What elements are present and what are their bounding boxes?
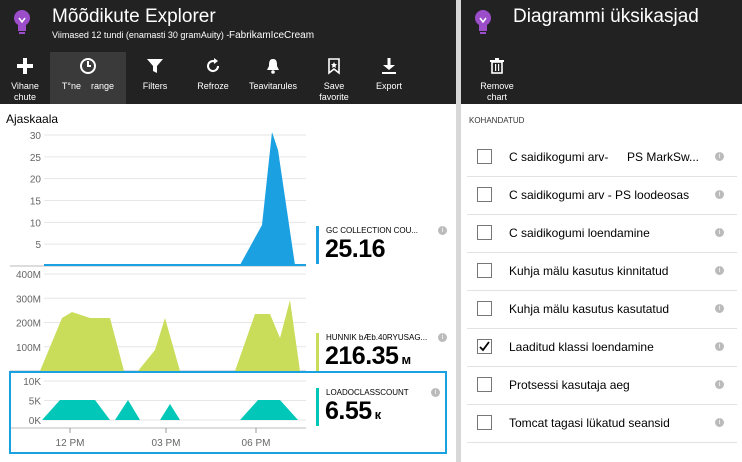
plus-icon: [17, 58, 33, 74]
info-icon[interactable]: i: [715, 342, 724, 351]
metric-checkbox[interactable]: [477, 263, 492, 278]
info-icon[interactable]: i: [715, 152, 724, 161]
export-button[interactable]: Export: [364, 52, 414, 104]
y-tick-label: 300M: [16, 294, 41, 305]
filter-icon: [147, 59, 163, 73]
metric-row[interactable]: C saidikogumi arv - PS loodeosas i: [467, 176, 737, 215]
blade-title: Mõõdikute Explorer: [52, 6, 216, 27]
metric-checkbox[interactable]: [477, 377, 492, 392]
y-tick-label: 30: [30, 131, 42, 142]
metric-label-extra: PS MarkSw...: [627, 150, 700, 164]
legend-color-bar: [316, 226, 319, 264]
add-chart-button[interactable]: Vihane chute: [0, 52, 50, 104]
info-icon[interactable]: i: [715, 304, 724, 313]
legend-heap-usage[interactable]: HUNNIK bÆb.40RYUSAG... 216.35 м i: [316, 333, 448, 371]
metric-checkbox[interactable]: [477, 149, 492, 164]
save-favorite-button[interactable]: Save favorite: [304, 52, 364, 104]
metric-label: Laaditud klassi loendamine: [509, 340, 654, 354]
checkmark-icon: [479, 341, 490, 352]
metric-row[interactable]: Kuhja mälu kasutus kasutatud i: [467, 290, 737, 329]
series-area-gc-collection: [44, 132, 306, 266]
metric-checkbox[interactable]: [477, 225, 492, 240]
metric-row[interactable]: Laaditud klassi loendamine i: [467, 328, 737, 367]
refresh-label: Refroze: [197, 81, 229, 91]
blade-title: Diagrammi üksikasjad: [513, 6, 699, 27]
info-icon[interactable]: i: [715, 380, 724, 389]
info-icon[interactable]: i: [715, 266, 724, 275]
metric-checkbox[interactable]: [477, 187, 492, 202]
info-icon[interactable]: i: [438, 226, 447, 235]
legend-gc-collection[interactable]: GC COLLECTION COU... 25.16 i: [316, 226, 448, 264]
metric-label: C saidikogumi arv - PS loodeosas: [509, 188, 690, 202]
bell-icon: [267, 59, 279, 74]
info-icon[interactable]: i: [715, 418, 724, 427]
legend-metric-name: GC COLLECTION COU...: [326, 226, 419, 235]
metric-label: C saidikogumi arv-: [509, 150, 609, 164]
trash-icon: [490, 58, 504, 74]
y-tick-label: 10: [30, 218, 42, 229]
info-icon[interactable]: i: [715, 190, 724, 199]
metric-checkbox[interactable]: [477, 415, 492, 430]
selected-chart-highlight[interactable]: [9, 371, 447, 454]
y-tick-label: 200M: [16, 319, 41, 330]
metric-row[interactable]: Protsessi kasutaja aeg i: [467, 366, 737, 405]
alert-rules-button[interactable]: Teavitarules: [242, 52, 304, 104]
legend-color-bar: [316, 333, 319, 371]
time-range-button[interactable]: T°ne range: [50, 52, 126, 104]
refresh-button[interactable]: Refroze: [184, 52, 242, 104]
bookmark-icon: [328, 58, 340, 75]
refresh-icon: [207, 58, 220, 73]
toolbar: Vihane chute T°ne range Filters Refroze …: [0, 52, 414, 104]
blade-header: Diagrammi üksikasjad Remove chart: [461, 0, 742, 104]
metric-label: C saidikogumi loendamine: [509, 226, 650, 240]
filters-button[interactable]: Filters: [126, 52, 184, 104]
metric-row[interactable]: C saidikogumi loendamine i: [467, 214, 737, 253]
metric-label: Kuhja mälu kasutus kinnitatud: [509, 264, 669, 278]
metric-label: Protsessi kasutaja aeg: [509, 378, 630, 392]
remove-chart-label: Remove chart: [480, 81, 514, 102]
metrics-explorer-blade: Mõõdikute Explorer Viimased 12 tundi (en…: [0, 0, 456, 462]
y-tick-label: 20: [30, 175, 42, 186]
series-area-heap-usage: [40, 300, 300, 371]
lightbulb-icon: [475, 10, 491, 34]
metric-label: Kuhja mälu kasutus kasutatud: [509, 302, 670, 316]
metric-checkbox[interactable]: [477, 339, 492, 354]
metric-checkbox[interactable]: [477, 301, 492, 316]
time-range-label: T°ne range: [61, 81, 115, 91]
blade-header: Mõõdikute Explorer Viimased 12 tundi (en…: [0, 0, 456, 104]
y-tick-label: 100M: [16, 343, 41, 354]
y-tick-label: 400M: [16, 270, 41, 281]
y-tick-label: 15: [30, 197, 42, 208]
metric-row[interactable]: Tomcat tagasi lükatud seansid i: [467, 404, 737, 443]
export-label: Export: [375, 81, 402, 91]
lightbulb-icon: [14, 10, 30, 34]
filters-label: Filters: [142, 81, 168, 91]
save-favorite-label: Save favorite: [319, 81, 349, 102]
remove-chart-button[interactable]: Remove chart: [471, 52, 523, 104]
timeline-title: Ajaskaala: [6, 112, 59, 126]
download-icon: [382, 58, 396, 74]
clock-icon: [80, 58, 96, 74]
legend-metric-value: 216.35 м: [325, 342, 411, 370]
metric-row[interactable]: Kuhja mälu kasutus kinnitatud i: [467, 252, 737, 291]
legend-metric-name: HUNNIK bÆb.40RYUSAG...: [326, 333, 428, 342]
info-icon[interactable]: i: [438, 333, 447, 342]
metric-label: Tomcat tagasi lükatud seansid: [509, 416, 670, 430]
legend-metric-value: 25.16: [325, 235, 386, 263]
add-chart-label: Vihane chute: [11, 81, 39, 102]
y-tick-label: 5: [35, 240, 41, 251]
alert-rules-label: Teavitarules: [248, 81, 298, 91]
custom-metrics-caption: KOHANDATUD: [469, 116, 525, 125]
info-icon[interactable]: i: [715, 228, 724, 237]
metric-row[interactable]: C saidikogumi arv- PS MarkSw... i: [467, 138, 737, 177]
resource-name: FabrikamIceCream: [229, 30, 315, 41]
time-range-summary[interactable]: Viimased 12 tundi (enamasti 30 gramAuity…: [52, 30, 229, 40]
y-tick-label: 25: [30, 153, 42, 164]
chart-details-blade: Diagrammi üksikasjad Remove chart KOHAND…: [460, 0, 742, 462]
